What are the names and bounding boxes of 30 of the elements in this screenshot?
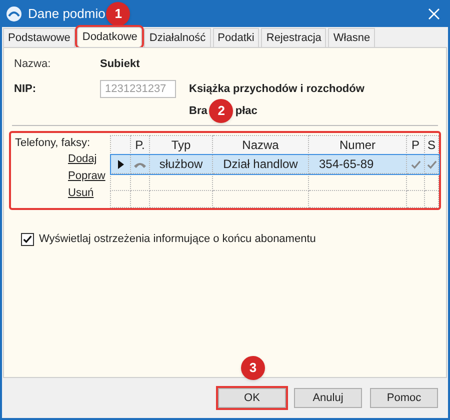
dialog-button[interactable]: Pomoc — [370, 388, 438, 408]
dialog-button[interactable]: OK — [218, 388, 286, 408]
table-row[interactable]: służbow Dział handlow 354-65-89 — [110, 154, 438, 174]
app-logo-icon — [6, 6, 22, 22]
link[interactable]: Usuń — [68, 185, 94, 202]
checkbox[interactable] — [21, 232, 34, 246]
field-value: Subiekt — [100, 56, 140, 72]
field-label: Nazwa: — [14, 56, 52, 72]
tab[interactable]: Działalność — [144, 28, 211, 47]
section-label: Telefony, faksy: — [15, 136, 91, 151]
payroll-text: Bra — [189, 104, 208, 119]
ledger-type-text: Książka przychodów i rozchodów — [189, 82, 364, 97]
step-badge: 2 — [209, 99, 234, 123]
tab[interactable]: Podstawowe — [3, 28, 76, 47]
tab[interactable]: Podatki — [212, 28, 260, 47]
table-cell: 354-65-89 — [319, 157, 374, 171]
table-cell: służbow — [159, 157, 203, 171]
tab[interactable]: Rejestracja — [261, 28, 326, 47]
step-badge: 1 — [106, 2, 130, 26]
link[interactable]: Popraw — [68, 168, 106, 185]
tab[interactable]: Własne — [328, 28, 376, 47]
table-cell: Dział handlow — [223, 157, 298, 171]
field-label: NIP: — [14, 82, 37, 97]
dialog-button[interactable]: Anuluj — [294, 388, 362, 408]
payroll-text: płac — [235, 104, 258, 119]
close-icon[interactable] — [428, 8, 440, 20]
tab[interactable]: Dodatkowe — [77, 27, 142, 47]
checkbox-label: Wyświetlaj ostrzeżenia informujące o końcu abonamentu — [39, 232, 316, 247]
window-title: Dane podmio — [28, 4, 106, 23]
link[interactable]: Dodaj — [68, 151, 97, 168]
